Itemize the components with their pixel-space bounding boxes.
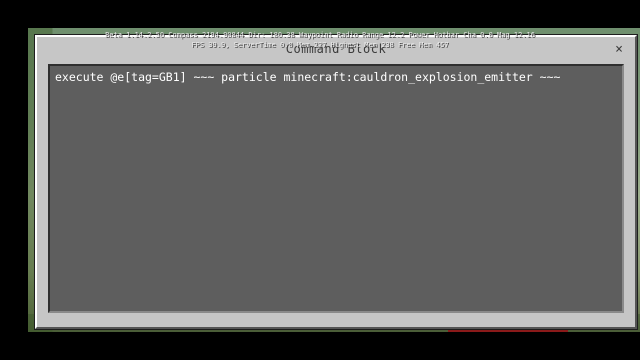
debug-line-2: FPS 39.9, ServerTime 0.0 Mem 227 Highest… [191, 41, 449, 49]
command-text: execute @e[tag=GB1] ~~~ particle minecra… [55, 70, 561, 84]
command-input[interactable]: execute @e[tag=GB1] ~~~ particle minecra… [48, 64, 624, 313]
debug-overlay: Beta 1.14.2.50 Compass 2194.90844 Dir: 1… [40, 30, 600, 50]
command-block-dialog: Command Block × execute @e[tag=GB1] ~~~ … [35, 35, 637, 329]
debug-line-1: Beta 1.14.2.50 Compass 2194.90844 Dir: 1… [105, 31, 535, 39]
close-icon[interactable]: × [613, 43, 625, 56]
